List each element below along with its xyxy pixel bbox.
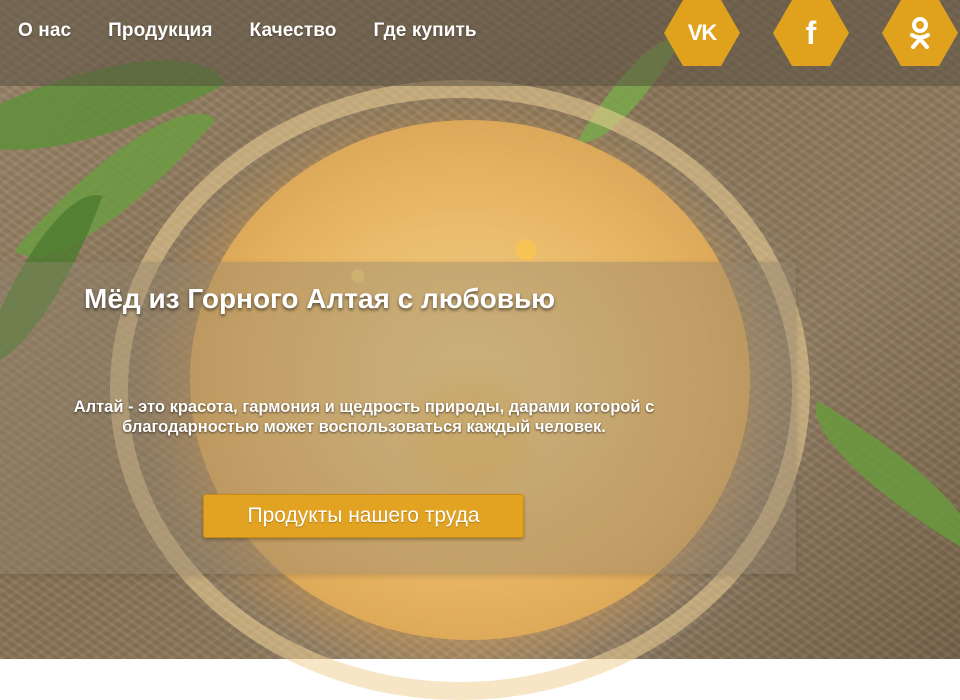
products-button[interactable]: Продукты нашего труда <box>203 494 524 538</box>
nav-item-products[interactable]: Продукция <box>108 20 212 42</box>
nav-item-quality[interactable]: Качество <box>250 20 337 42</box>
odnoklassniki-button[interactable] <box>882 0 958 66</box>
hero-description: Алтай - это красота, гармония и щедрость… <box>73 398 655 436</box>
vk-icon: VK <box>687 20 718 45</box>
nav-item-about[interactable]: О нас <box>18 20 71 42</box>
vk-button[interactable]: VK <box>664 0 740 66</box>
hero-title: Мёд из Горного Алтая с любовью <box>84 283 556 314</box>
odnoklassniki-icon <box>910 17 930 49</box>
nav-item-where-to-buy[interactable]: Где купить <box>374 20 477 42</box>
facebook-button[interactable]: f <box>773 0 849 66</box>
nav-menu: О нас Продукция Качество Где купить <box>18 20 477 42</box>
top-navigation: О нас Продукция Качество Где купить VK f <box>0 0 960 86</box>
facebook-icon: f <box>805 14 817 51</box>
